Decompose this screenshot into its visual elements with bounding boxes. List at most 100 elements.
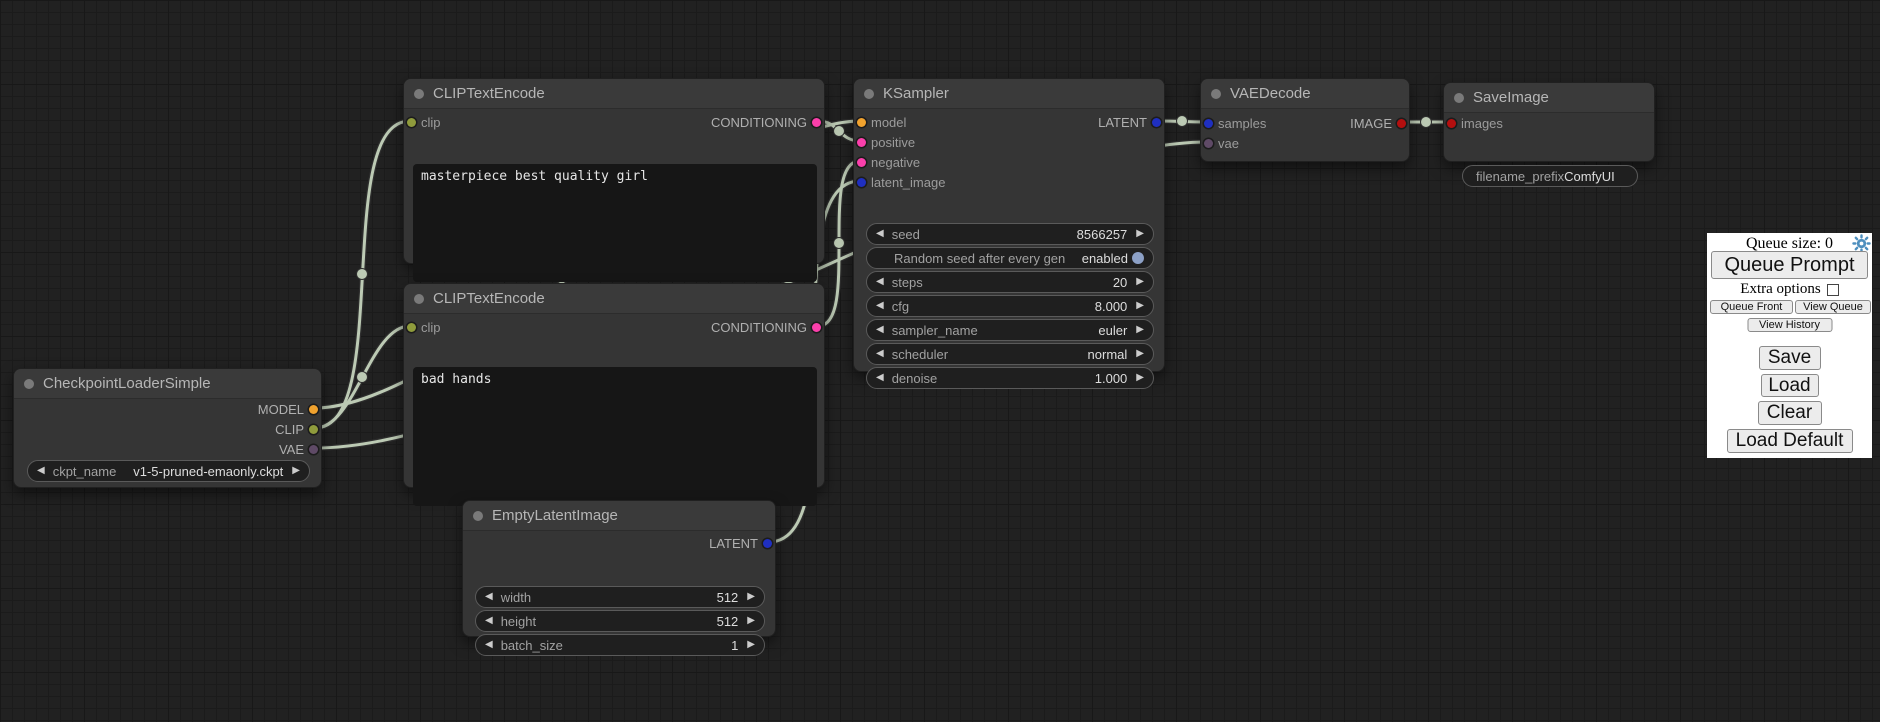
node-vae-decode[interactable]: VAEDecode samples IMAGE vae (1200, 78, 1410, 162)
increment-arrow-icon[interactable]: ▶ (747, 616, 755, 626)
widget-label: ckpt_name (53, 464, 117, 479)
output-slot-model[interactable] (309, 405, 318, 414)
node-title-bar[interactable]: VAEDecode (1201, 79, 1409, 109)
widget-value: v1-5-pruned-emaonly.ckpt (133, 464, 283, 479)
increment-arrow-icon[interactable]: ▶ (292, 466, 300, 476)
decrement-arrow-icon[interactable]: ◀ (876, 229, 884, 239)
input-slot-images[interactable] (1447, 119, 1456, 128)
input-slot-model[interactable] (857, 118, 866, 127)
input-slot-clip[interactable] (407, 118, 416, 127)
widget-label: batch_size (501, 638, 563, 653)
view-queue-button[interactable]: View Queue (1795, 300, 1871, 314)
node-title-bar[interactable]: CLIPTextEncode (404, 79, 824, 109)
decrement-arrow-icon[interactable]: ◀ (876, 325, 884, 335)
width-widget[interactable]: ◀ width 512 ▶ (475, 586, 765, 608)
decrement-arrow-icon[interactable]: ◀ (876, 277, 884, 287)
node-empty-latent-image[interactable]: EmptyLatentImage LATENT ◀ width 512 ▶ ◀ … (462, 500, 776, 637)
node-save-image[interactable]: SaveImage images filename_prefix ComfyUI (1443, 82, 1655, 162)
increment-arrow-icon[interactable]: ▶ (747, 592, 755, 602)
increment-arrow-icon[interactable]: ▶ (1136, 349, 1144, 359)
height-widget[interactable]: ◀ height 512 ▶ (475, 610, 765, 632)
ckpt-name-widget[interactable]: ◀ ckpt_name v1-5-pruned-emaonly.ckpt ▶ (27, 460, 310, 482)
link-midpoint-dot[interactable] (1177, 116, 1188, 127)
slot-row: vae (1201, 133, 1409, 153)
node-collapse-dot-icon[interactable] (414, 89, 424, 99)
output-slot-latent[interactable] (763, 539, 772, 548)
node-collapse-dot-icon[interactable] (24, 379, 34, 389)
link-midpoint-dot[interactable] (834, 238, 845, 249)
link-midpoint-dot[interactable] (834, 126, 845, 137)
node-title-bar[interactable]: CLIPTextEncode (404, 284, 824, 314)
output-slot-vae[interactable] (309, 445, 318, 454)
load-button[interactable]: Load (1761, 374, 1819, 397)
denoise-widget[interactable]: ◀ denoise 1.000 ▶ (866, 367, 1154, 389)
increment-arrow-icon[interactable]: ▶ (1136, 229, 1144, 239)
input-slot-clip[interactable] (407, 323, 416, 332)
node-title-label: CheckpointLoaderSimple (43, 375, 211, 392)
node-collapse-dot-icon[interactable] (1454, 93, 1464, 103)
queue-prompt-button[interactable]: Queue Prompt (1711, 251, 1868, 279)
link-midpoint-dot[interactable] (1421, 117, 1432, 128)
node-title-bar[interactable]: KSampler (854, 79, 1164, 109)
decrement-arrow-icon[interactable]: ◀ (876, 301, 884, 311)
input-slot-positive[interactable] (857, 138, 866, 147)
output-slot-clip[interactable] (309, 425, 318, 434)
node-clip-text-encode-positive[interactable]: CLIPTextEncode clip CONDITIONING masterp… (403, 78, 825, 264)
decrement-arrow-icon[interactable]: ◀ (37, 466, 45, 476)
positive-prompt-textarea[interactable]: masterpiece best quality girl (413, 164, 817, 282)
increment-arrow-icon[interactable]: ▶ (1136, 325, 1144, 335)
filename-prefix-widget[interactable]: filename_prefix ComfyUI (1462, 165, 1638, 187)
increment-arrow-icon[interactable]: ▶ (1136, 373, 1144, 383)
view-history-button[interactable]: View History (1747, 318, 1832, 332)
input-label-images: images (1461, 116, 1503, 131)
scheduler-widget[interactable]: ◀ scheduler normal ▶ (866, 343, 1154, 365)
decrement-arrow-icon[interactable]: ◀ (485, 640, 493, 650)
node-title-bar[interactable]: CheckpointLoaderSimple (14, 369, 321, 399)
decrement-arrow-icon[interactable]: ◀ (485, 592, 493, 602)
save-button[interactable]: Save (1759, 346, 1821, 370)
node-title-bar[interactable]: EmptyLatentImage (463, 501, 775, 531)
input-slot-samples[interactable] (1204, 119, 1213, 128)
steps-widget[interactable]: ◀ steps 20 ▶ (866, 271, 1154, 293)
link-midpoint-dot[interactable] (357, 372, 368, 383)
node-title-bar[interactable]: SaveImage (1444, 83, 1654, 113)
output-slot-conditioning[interactable] (812, 118, 821, 127)
toggle-dot-icon[interactable] (1132, 252, 1144, 264)
output-label-conditioning: CONDITIONING (711, 320, 807, 335)
output-slot-conditioning[interactable] (812, 323, 821, 332)
clear-button[interactable]: Clear (1758, 401, 1822, 425)
widget-label: width (501, 590, 531, 605)
link-midpoint-dot[interactable] (357, 269, 368, 280)
node-checkpoint-loader[interactable]: CheckpointLoaderSimple MODEL CLIP VAE ◀ … (13, 368, 322, 488)
decrement-arrow-icon[interactable]: ◀ (876, 349, 884, 359)
sampler-name-widget[interactable]: ◀ sampler_name euler ▶ (866, 319, 1154, 341)
input-slot-vae[interactable] (1204, 139, 1213, 148)
negative-prompt-textarea[interactable]: bad hands (413, 367, 817, 506)
node-collapse-dot-icon[interactable] (1211, 89, 1221, 99)
node-collapse-dot-icon[interactable] (414, 294, 424, 304)
increment-arrow-icon[interactable]: ▶ (1136, 277, 1144, 287)
node-collapse-dot-icon[interactable] (473, 511, 483, 521)
node-clip-text-encode-negative[interactable]: CLIPTextEncode clip CONDITIONING bad han… (403, 283, 825, 488)
input-slot-latent-image[interactable] (857, 178, 866, 187)
node-ksampler[interactable]: KSampler model LATENT positive negative … (853, 78, 1165, 372)
output-slot-latent[interactable] (1152, 118, 1161, 127)
seed-widget[interactable]: ◀ seed 8566257 ▶ (866, 223, 1154, 245)
widget-value: normal (1088, 347, 1128, 362)
widget-label: sampler_name (892, 323, 978, 338)
increment-arrow-icon[interactable]: ▶ (1136, 301, 1144, 311)
input-slot-negative[interactable] (857, 158, 866, 167)
decrement-arrow-icon[interactable]: ◀ (485, 616, 493, 626)
slot-row: latent_image (854, 172, 1164, 192)
cfg-widget[interactable]: ◀ cfg 8.000 ▶ (866, 295, 1154, 317)
batch-size-widget[interactable]: ◀ batch_size 1 ▶ (475, 634, 765, 656)
decrement-arrow-icon[interactable]: ◀ (876, 373, 884, 383)
node-collapse-dot-icon[interactable] (864, 89, 874, 99)
queue-front-button[interactable]: Queue Front (1710, 300, 1793, 314)
output-slot-image[interactable] (1397, 119, 1406, 128)
increment-arrow-icon[interactable]: ▶ (747, 640, 755, 650)
extra-options-checkbox[interactable] (1827, 284, 1839, 296)
random-seed-toggle-widget[interactable]: Random seed after every gen enabled (866, 247, 1154, 269)
widget-label: filename_prefix (1476, 169, 1564, 184)
load-default-button[interactable]: Load Default (1727, 429, 1853, 453)
